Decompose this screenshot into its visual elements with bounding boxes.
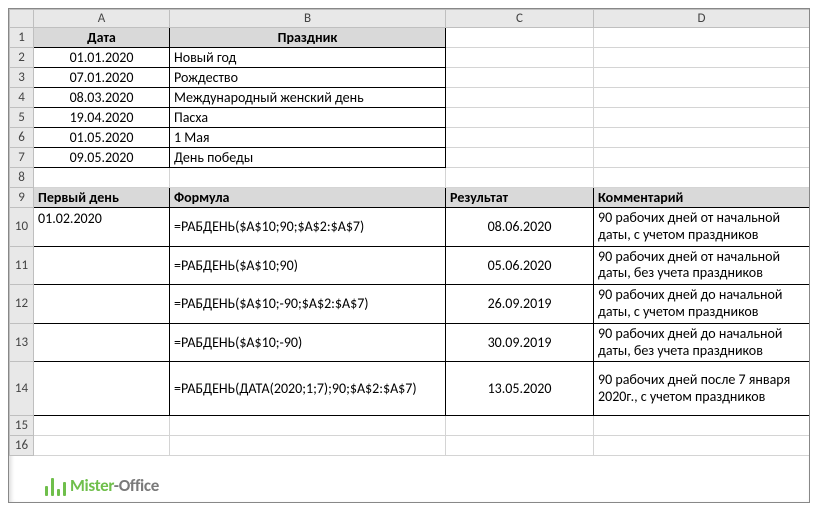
column-header-row: A B C D — [10, 10, 810, 28]
col-header-D[interactable]: D — [594, 10, 810, 28]
cell-B11[interactable]: =РАБДЕНЬ($A$10;90) — [170, 246, 446, 285]
cell-D3[interactable] — [594, 68, 810, 88]
cell-C2[interactable] — [446, 48, 594, 68]
cell-A11[interactable] — [34, 246, 170, 285]
cell-D10[interactable]: 90 рабочих дней от начальной даты, с уче… — [594, 208, 810, 247]
watermark-logo: Mister-Office — [45, 475, 159, 496]
cell-C12[interactable]: 26.09.2019 — [446, 285, 594, 324]
row-header-15[interactable]: 15 — [10, 416, 34, 436]
cell-B10[interactable]: =РАБДЕНЬ($A$10;90;$A$2:$A$7) — [170, 208, 446, 247]
cell-B9[interactable]: Формула — [170, 188, 446, 208]
row-header-10[interactable]: 10 — [10, 208, 34, 247]
cell-C3[interactable] — [446, 68, 594, 88]
cell-A6[interactable]: 01.05.2020 — [34, 128, 170, 148]
cell-B15[interactable] — [170, 416, 446, 436]
cell-C6[interactable] — [446, 128, 594, 148]
col-header-C[interactable]: C — [446, 10, 594, 28]
spreadsheet-frame: A B C D 1 Дата Праздник 2 01.01.2020 Нов… — [8, 8, 810, 503]
col-header-A[interactable]: A — [34, 10, 170, 28]
cell-A16[interactable] — [34, 436, 170, 456]
cell-D11[interactable]: 90 рабочих дней от начальной даты, без у… — [594, 246, 810, 285]
cell-B13[interactable]: =РАБДЕНЬ($A$10;-90) — [170, 323, 446, 362]
cell-C14[interactable]: 13.05.2020 — [446, 362, 594, 416]
cell-D8[interactable] — [594, 168, 810, 188]
cell-D15[interactable] — [594, 416, 810, 436]
cell-A10[interactable]: 01.02.2020 — [34, 208, 170, 247]
cell-B6[interactable]: 1 Мая — [170, 128, 446, 148]
cell-D5[interactable] — [594, 108, 810, 128]
row-header-7[interactable]: 7 — [10, 148, 34, 168]
row-header-8[interactable]: 8 — [10, 168, 34, 188]
cell-B1[interactable]: Праздник — [170, 28, 446, 48]
logo-text: Mister-Office — [70, 475, 159, 496]
cell-C11[interactable]: 05.06.2020 — [446, 246, 594, 285]
cell-C1[interactable] — [446, 28, 594, 48]
row-header-11[interactable]: 11 — [10, 246, 34, 285]
row-header-2[interactable]: 2 — [10, 48, 34, 68]
cell-A7[interactable]: 09.05.2020 — [34, 148, 170, 168]
cell-C13[interactable]: 30.09.2019 — [446, 323, 594, 362]
row-header-13[interactable]: 13 — [10, 323, 34, 362]
col-header-B[interactable]: B — [170, 10, 446, 28]
cell-D16[interactable] — [594, 436, 810, 456]
cell-C5[interactable] — [446, 108, 594, 128]
cell-D13[interactable]: 90 рабочих дней до начальной даты, без у… — [594, 323, 810, 362]
cell-B3[interactable]: Рождество — [170, 68, 446, 88]
cell-C15[interactable] — [446, 416, 594, 436]
cell-D12[interactable]: 90 рабочих дней до начальной даты, с уче… — [594, 285, 810, 324]
cell-D14[interactable]: 90 рабочих дней после 7 января 2020г., с… — [594, 362, 810, 416]
cell-D7[interactable] — [594, 148, 810, 168]
cell-D6[interactable] — [594, 128, 810, 148]
row-header-6[interactable]: 6 — [10, 128, 34, 148]
select-all-cell[interactable] — [10, 10, 34, 28]
cell-C16[interactable] — [446, 436, 594, 456]
row-header-9[interactable]: 9 — [10, 188, 34, 208]
spreadsheet-grid: A B C D 1 Дата Праздник 2 01.01.2020 Нов… — [9, 9, 810, 456]
cell-D9[interactable]: Комментарий — [594, 188, 810, 208]
cell-A9[interactable]: Первый день — [34, 188, 170, 208]
cell-D4[interactable] — [594, 88, 810, 108]
cell-B5[interactable]: Пасха — [170, 108, 446, 128]
row-header-5[interactable]: 5 — [10, 108, 34, 128]
cell-C9[interactable]: Результат — [446, 188, 594, 208]
row-header-14[interactable]: 14 — [10, 362, 34, 416]
cell-B12[interactable]: =РАБДЕНЬ($A$10;-90;$A$2:$A$7) — [170, 285, 446, 324]
cell-A13[interactable] — [34, 323, 170, 362]
cell-D2[interactable] — [594, 48, 810, 68]
row-header-3[interactable]: 3 — [10, 68, 34, 88]
cell-A8[interactable] — [34, 168, 170, 188]
row-header-1[interactable]: 1 — [10, 28, 34, 48]
row-header-12[interactable]: 12 — [10, 285, 34, 324]
cell-B4[interactable]: Международный женский день — [170, 88, 446, 108]
cell-B14[interactable]: =РАБДЕНЬ(ДАТА(2020;1;7);90;$A$2:$A$7) — [170, 362, 446, 416]
cell-A15[interactable] — [34, 416, 170, 436]
cell-A3[interactable]: 07.01.2020 — [34, 68, 170, 88]
cell-D1[interactable] — [594, 28, 810, 48]
cell-A1[interactable]: Дата — [34, 28, 170, 48]
cell-A2[interactable]: 01.01.2020 — [34, 48, 170, 68]
cell-B16[interactable] — [170, 436, 446, 456]
cell-B7[interactable]: День победы — [170, 148, 446, 168]
cell-A12[interactable] — [34, 285, 170, 324]
cell-B8[interactable] — [170, 168, 446, 188]
cell-C7[interactable] — [446, 148, 594, 168]
cell-A5[interactable]: 19.04.2020 — [34, 108, 170, 128]
cell-A4[interactable]: 08.03.2020 — [34, 88, 170, 108]
cell-B2[interactable]: Новый год — [170, 48, 446, 68]
row-header-16[interactable]: 16 — [10, 436, 34, 456]
cell-A14[interactable] — [34, 362, 170, 416]
logo-bars-icon — [45, 476, 66, 496]
cell-C4[interactable] — [446, 88, 594, 108]
cell-C8[interactable] — [446, 168, 594, 188]
cell-C10[interactable]: 08.06.2020 — [446, 208, 594, 247]
row-header-4[interactable]: 4 — [10, 88, 34, 108]
